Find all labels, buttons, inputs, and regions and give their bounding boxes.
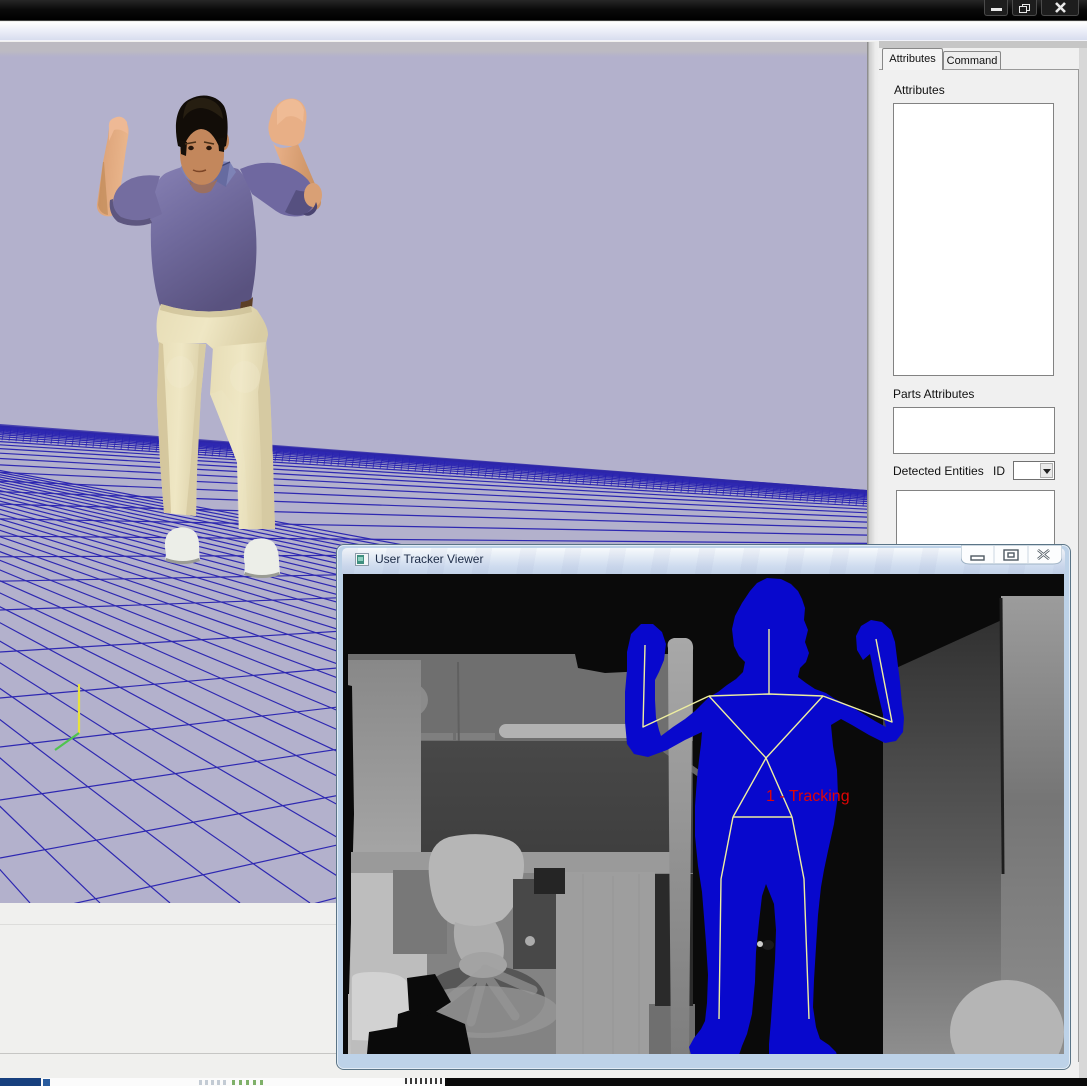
svg-text:1 - Tracking: 1 - Tracking — [766, 788, 850, 805]
